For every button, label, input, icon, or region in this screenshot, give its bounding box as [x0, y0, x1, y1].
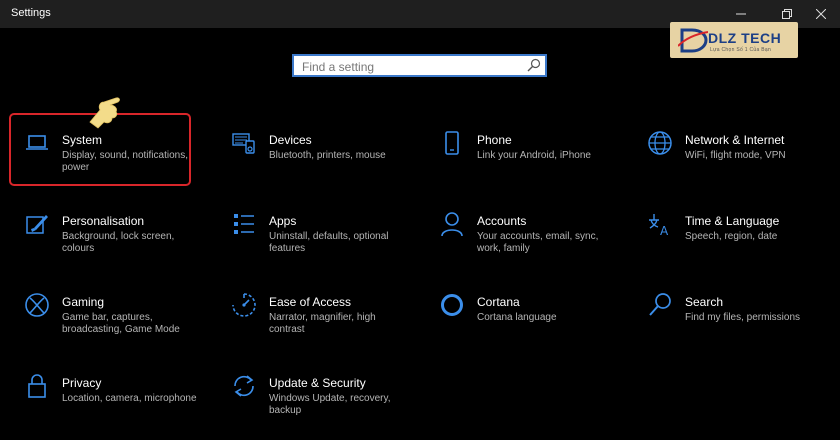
phone-icon [445, 131, 459, 155]
laptop-icon [26, 135, 48, 150]
tile-name: Search [685, 295, 724, 309]
tile-devices[interactable]: Devices Bluetooth, printers, mouse [217, 116, 407, 188]
tile-desc: Windows Update, recovery, backup [269, 393, 391, 416]
tile-desc: Your accounts, email, sync, work, family [477, 231, 599, 254]
tile-name: Update & Security [269, 376, 366, 390]
tile-phone[interactable]: Phone Link your Android, iPhone [425, 116, 615, 188]
globe-icon [648, 131, 672, 155]
tile-gaming[interactable]: Gaming Game bar, captures, broadcasting,… [10, 278, 200, 350]
tile-network-internet[interactable]: Network & Internet WiFi, flight mode, VP… [633, 116, 823, 188]
svg-text:A: A [660, 224, 669, 237]
tile-name: Gaming [62, 295, 105, 309]
tile-desc: Speech, region, date [685, 231, 778, 242]
tile-privacy[interactable]: Privacy Location, camera, microphone [10, 359, 200, 431]
tile-desc: Link your Android, iPhone [477, 150, 591, 161]
tile-name: Personalisation [62, 214, 145, 228]
tile-name: Devices [269, 133, 312, 147]
tile-apps[interactable]: Apps Uninstall, defaults, optional featu… [217, 197, 407, 269]
tile-desc: Bluetooth, printers, mouse [269, 150, 386, 161]
tile-ease-of-access[interactable]: Ease of Access Narrator, magnifier, high… [217, 278, 407, 350]
tile-update-security[interactable]: Update & Security Windows Update, recove… [217, 359, 407, 431]
tile-accounts[interactable]: Accounts Your accounts, email, sync, wor… [425, 197, 615, 269]
restore-icon [782, 9, 792, 19]
tile-name: System [62, 133, 103, 147]
tile-cortana[interactable]: Cortana Cortana language [425, 278, 615, 350]
ease-of-access-icon [232, 293, 256, 317]
time-language-icon: A [649, 214, 669, 237]
search-icon [649, 293, 671, 316]
person-icon [441, 212, 463, 237]
tile-desc: Narrator, magnifier, high contrast [269, 312, 376, 335]
tile-desc: WiFi, flight mode, VPN [685, 150, 786, 161]
lock-icon [28, 374, 46, 398]
dlz-tech-logo: DLZ TECH Lựa Chọn Số 1 Của Bạn [670, 22, 798, 58]
tile-name: Apps [269, 214, 297, 228]
paint-icon [26, 215, 48, 234]
minimize-icon [736, 13, 746, 15]
tile-name: Phone [477, 133, 512, 147]
apps-list-icon [234, 214, 254, 234]
tile-name: Privacy [62, 376, 102, 390]
window-title: Settings [11, 7, 51, 19]
tile-desc: Uninstall, defaults, optional features [269, 231, 389, 254]
tile-desc: Cortana language [477, 312, 557, 323]
search-box[interactable] [292, 54, 547, 77]
logo-brand: DLZ TECH [708, 30, 782, 46]
search-magnifier-icon[interactable] [527, 58, 541, 72]
update-icon [234, 375, 254, 397]
logo-tagline: Lựa Chọn Số 1 Của Bạn [710, 47, 772, 53]
cortana-icon [441, 294, 463, 316]
tile-personalisation[interactable]: Personalisation Background, lock screen,… [10, 197, 200, 269]
tile-name: Network & Internet [685, 133, 785, 147]
search-input[interactable] [300, 58, 524, 76]
close-icon [816, 9, 826, 19]
tile-search[interactable]: Search Find my files, permissions [633, 278, 823, 350]
devices-icon [232, 133, 255, 154]
dlz-logo-mark-icon [678, 28, 708, 53]
tile-desc: Find my files, permissions [685, 312, 801, 323]
tile-time-language[interactable]: A Time & Language Speech, region, date [633, 197, 823, 269]
tile-name: Ease of Access [269, 295, 352, 309]
tile-name: Accounts [477, 214, 527, 228]
tile-desc: Display, sound, notifications, power [62, 150, 188, 173]
tile-desc: Game bar, captures, broadcasting, Game M… [62, 312, 180, 335]
tile-desc: Background, lock screen, colours [62, 231, 175, 254]
xbox-icon [25, 293, 49, 317]
tile-desc: Location, camera, microphone [62, 393, 197, 404]
tile-system[interactable]: System Display, sound, notifications, po… [10, 116, 200, 188]
tile-name: Time & Language [685, 214, 780, 228]
close-button[interactable] [806, 0, 836, 28]
tile-name: Cortana [477, 295, 520, 309]
